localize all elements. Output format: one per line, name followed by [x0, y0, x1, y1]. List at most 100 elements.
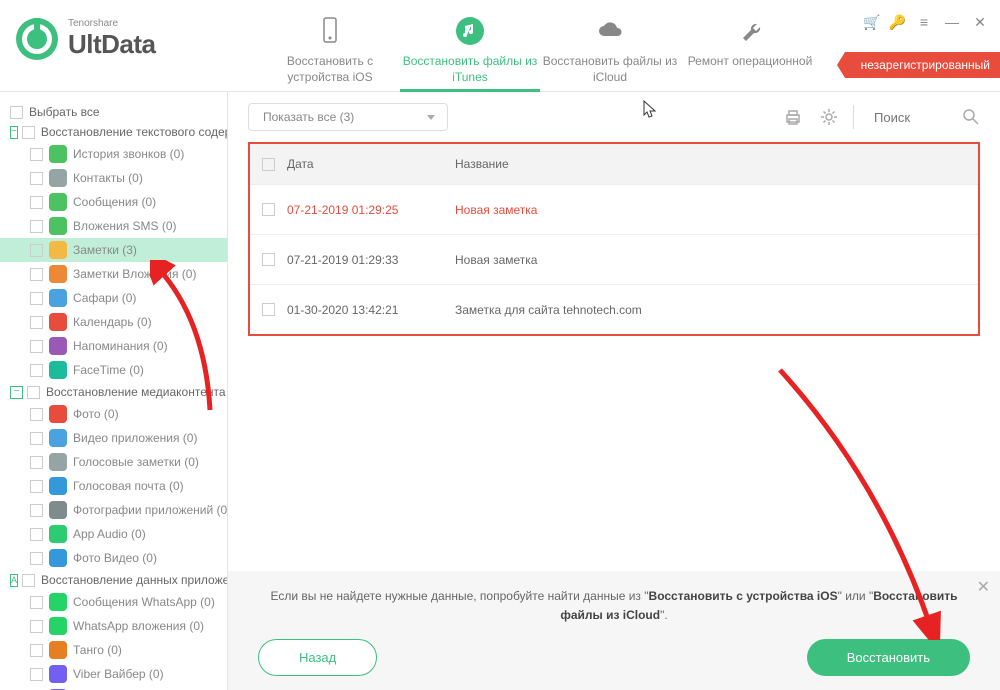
checkbox[interactable] [30, 480, 43, 493]
row-checkbox[interactable] [262, 303, 275, 316]
checkbox[interactable] [30, 196, 43, 209]
select-all-checkbox[interactable] [262, 158, 275, 171]
phone-icon [313, 14, 347, 48]
collapse-icon[interactable]: − [10, 386, 23, 399]
category-icon [49, 617, 67, 635]
sidebar-item[interactable]: Напоминания (0) [0, 334, 227, 358]
checkbox[interactable] [30, 408, 43, 421]
checkbox[interactable] [30, 364, 43, 377]
category-icon [49, 193, 67, 211]
sidebar-item[interactable]: Вложения SMS (0) [0, 214, 227, 238]
sidebar-item-label: Viber Вайбер (0) [73, 667, 164, 681]
checkbox[interactable] [30, 244, 43, 257]
sidebar-item[interactable]: WhatsApp вложения (0) [0, 614, 227, 638]
restore-button[interactable]: Восстановить [807, 639, 970, 676]
checkbox[interactable] [30, 552, 43, 565]
category-icon [49, 241, 67, 259]
sidebar-item[interactable]: Viber Вайбер (0) [0, 662, 227, 686]
col-name-header: Название [455, 157, 509, 171]
sidebar-item-label: Заметки (3) [73, 243, 137, 257]
checkbox[interactable] [22, 126, 35, 139]
category-icon [49, 549, 67, 567]
sidebar-item[interactable]: Танго (0) [0, 638, 227, 662]
checkbox[interactable] [30, 456, 43, 469]
print-icon[interactable] [781, 105, 805, 129]
checkbox[interactable] [30, 596, 43, 609]
checkbox[interactable] [22, 574, 35, 587]
checkbox[interactable] [30, 316, 43, 329]
sidebar-item[interactable]: Сообщения (0) [0, 190, 227, 214]
select-all-item[interactable]: Выбрать все [0, 102, 227, 122]
group-text-header[interactable]: − Восстановление текстового содержи [0, 122, 227, 142]
checkbox[interactable] [30, 668, 43, 681]
checkbox[interactable] [30, 504, 43, 517]
checkbox[interactable] [30, 220, 43, 233]
key-icon[interactable]: 🔑 [889, 14, 906, 31]
table-row[interactable]: 01-30-2020 13:42:21Заметка для сайта teh… [250, 284, 978, 334]
sidebar-item[interactable]: Контакты (0) [0, 166, 227, 190]
menu-icon[interactable]: ≡ [914, 12, 934, 32]
sidebar-item[interactable]: Заметки Вложения (0) [0, 262, 227, 286]
tab-device[interactable]: Восстановить с устройства iOS [260, 0, 400, 92]
close-icon[interactable]: ✕ [970, 12, 990, 32]
sidebar-item[interactable]: Фото Видео (0) [0, 546, 227, 570]
sidebar[interactable]: Выбрать все − Восстановление текстового … [0, 92, 228, 690]
checkbox[interactable] [30, 172, 43, 185]
sidebar-item-label: Вложения SMS (0) [73, 219, 177, 233]
search-input[interactable] [874, 110, 954, 125]
hint-close-icon[interactable]: ✕ [977, 577, 990, 597]
data-table: Дата Название 07-21-2019 01:29:25Новая з… [248, 142, 980, 336]
table-row[interactable]: 07-21-2019 01:29:25Новая заметка [250, 184, 978, 234]
table-row[interactable]: 07-21-2019 01:29:33Новая заметка [250, 234, 978, 284]
checkbox[interactable] [30, 148, 43, 161]
logo-icon [16, 18, 58, 60]
sidebar-item[interactable]: Голосовая почта (0) [0, 474, 227, 498]
minimize-icon[interactable]: — [942, 12, 962, 32]
sidebar-item[interactable]: Календарь (0) [0, 310, 227, 334]
cart-icon[interactable]: 🛒 [863, 14, 880, 31]
sidebar-item[interactable]: FaceTime (0) [0, 358, 227, 382]
search-icon[interactable] [962, 108, 980, 126]
sidebar-item-label: Фото (0) [73, 407, 119, 421]
row-checkbox[interactable] [262, 203, 275, 216]
settings-icon[interactable] [817, 105, 841, 129]
cursor-icon [643, 100, 657, 121]
tab-icloud[interactable]: Восстановить файлы из iCloud [540, 0, 680, 92]
sidebar-item[interactable]: Голосовые заметки (0) [0, 450, 227, 474]
checkbox[interactable] [30, 620, 43, 633]
collapse-icon[interactable]: A [10, 574, 18, 587]
checkbox[interactable] [30, 340, 43, 353]
tab-itunes[interactable]: Восстановить файлы из iTunes [400, 0, 540, 92]
checkbox[interactable] [10, 106, 23, 119]
music-icon [453, 14, 487, 48]
checkbox[interactable] [30, 292, 43, 305]
collapse-icon[interactable]: − [10, 126, 18, 139]
sidebar-item[interactable]: Фото (0) [0, 402, 227, 426]
sidebar-item[interactable]: История звонков (0) [0, 142, 227, 166]
checkbox[interactable] [30, 268, 43, 281]
group-media-header[interactable]: − Восстановление медиаконтента [0, 382, 227, 402]
cell-name: Новая заметка [455, 253, 537, 267]
tab-repair[interactable]: Ремонт операционной [680, 0, 820, 92]
filter-dropdown[interactable]: Показать все (3) [248, 103, 448, 131]
checkbox[interactable] [30, 644, 43, 657]
sidebar-item[interactable]: App Audio (0) [0, 522, 227, 546]
cell-name: Новая заметка [455, 203, 537, 217]
category-icon [49, 477, 67, 495]
search-box[interactable] [874, 108, 980, 126]
checkbox[interactable] [27, 386, 40, 399]
sidebar-item[interactable]: Сообщения Viber (0) [0, 686, 227, 690]
sidebar-item[interactable]: Сафари (0) [0, 286, 227, 310]
group-app-header[interactable]: A Восстановление данных приложений [0, 570, 227, 590]
sidebar-item[interactable]: Сообщения WhatsApp (0) [0, 590, 227, 614]
sidebar-item[interactable]: Заметки (3) [0, 238, 227, 262]
row-checkbox[interactable] [262, 253, 275, 266]
checkbox[interactable] [30, 432, 43, 445]
checkbox[interactable] [30, 528, 43, 541]
sidebar-item-label: Заметки Вложения (0) [73, 267, 196, 281]
sidebar-item-label: Фото Видео (0) [73, 551, 157, 565]
back-button[interactable]: Назад [258, 639, 377, 676]
sidebar-item-label: App Audio (0) [73, 527, 146, 541]
sidebar-item[interactable]: Видео приложения (0) [0, 426, 227, 450]
sidebar-item[interactable]: Фотографии приложений (0) [0, 498, 227, 522]
